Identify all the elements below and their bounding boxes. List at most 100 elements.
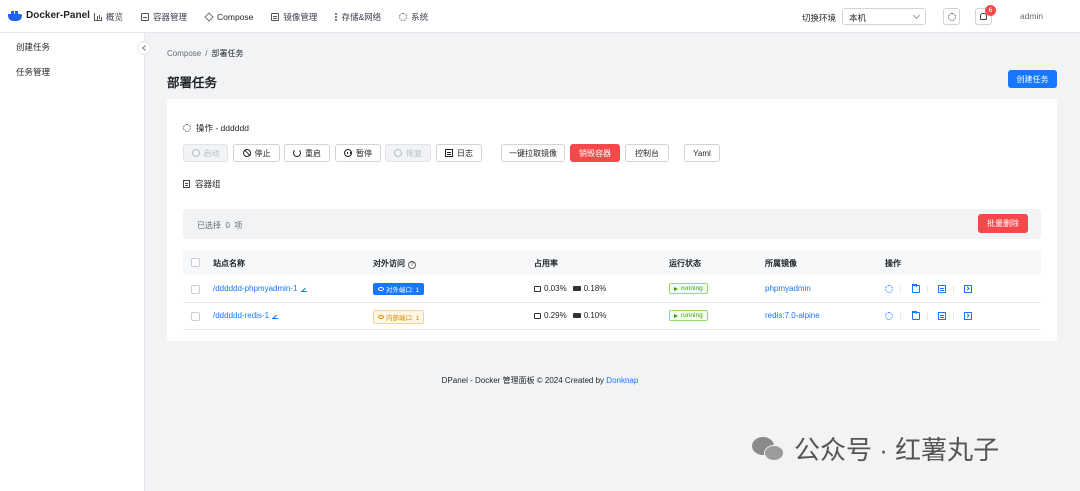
help-icon[interactable]: ? — [408, 261, 416, 269]
log-icon[interactable] — [938, 285, 946, 293]
nav-label: 系统 — [411, 12, 429, 22]
footer-link[interactable]: Donknap — [606, 376, 638, 385]
nav-containers[interactable]: 容器管理 — [141, 11, 187, 23]
status-badge: running — [669, 310, 708, 321]
breadcrumb-separator: / — [205, 49, 208, 58]
nav-label: 概览 — [106, 12, 124, 22]
folder-icon[interactable] — [912, 311, 920, 320]
resume-button[interactable]: 恢复 — [385, 144, 431, 162]
button-label: 恢复 — [406, 148, 422, 158]
status-cell: running — [669, 283, 708, 294]
nav-overview[interactable]: 概览 — [94, 11, 123, 23]
document-icon — [183, 180, 190, 188]
restart-button[interactable]: 重启 — [284, 144, 330, 162]
docker-logo-icon — [8, 10, 22, 21]
button-label: 启动 — [203, 148, 220, 158]
eye-icon — [378, 287, 384, 291]
create-task-button[interactable]: 创建任务 — [1008, 70, 1057, 88]
nav-label: 存储&网络 — [341, 12, 382, 22]
memory-icon — [572, 286, 581, 291]
notification-badge: 6 — [985, 5, 996, 16]
logs-button[interactable]: 日志 — [436, 144, 482, 162]
selection-count: 已选择 0 项 — [197, 220, 242, 231]
gear-icon — [947, 12, 956, 21]
edit-icon[interactable] — [300, 286, 307, 292]
row-checkbox[interactable] — [191, 285, 200, 294]
site-name-cell: /dddddd-phpmyadmin-1 — [213, 284, 307, 293]
chevron-left-icon — [142, 45, 148, 51]
column-name: 站点名称 — [213, 259, 245, 268]
button-label: 日志 — [457, 148, 473, 158]
terminal-icon[interactable] — [964, 312, 972, 320]
nav-images[interactable]: 镜像管理 — [271, 11, 317, 23]
gear-icon — [183, 124, 191, 132]
container-icon — [141, 13, 150, 21]
pause-button[interactable]: 暂停 — [335, 144, 381, 162]
divider — [927, 286, 928, 293]
containers-section-label: 容器组 — [183, 178, 221, 190]
folder-icon[interactable] — [912, 284, 920, 293]
nav-label: 镜像管理 — [283, 12, 318, 22]
stop-button[interactable]: 停止 — [233, 144, 280, 162]
footer: DPanel - Docker 管理面板 © 2024 Created by D… — [0, 375, 1080, 386]
cube-icon — [204, 12, 214, 22]
status-badge: running — [669, 283, 708, 294]
external-port-tag[interactable]: 对外端口: 1 — [373, 283, 425, 295]
image-link[interactable]: phpmyadmin — [765, 284, 811, 293]
memory-usage: 0.10% — [583, 311, 607, 320]
breadcrumb-parent[interactable]: Compose — [167, 49, 201, 58]
selection-prefix: 已选择 — [197, 221, 221, 230]
edit-icon[interactable] — [272, 313, 279, 319]
terminal-icon[interactable] — [964, 285, 972, 293]
user-menu[interactable]: admin — [1020, 11, 1043, 21]
app-logo[interactable]: Docker-Panel — [8, 10, 90, 21]
nav-label: 容器管理 — [153, 12, 188, 22]
select-all-checkbox[interactable] — [191, 258, 200, 267]
column-access: 对外访问? — [373, 258, 416, 269]
destroy-containers-button[interactable]: 销毁容器 — [570, 144, 620, 162]
sidebar-item-task-management[interactable]: 任务管理 — [16, 66, 50, 78]
site-name-link[interactable]: /dddddd-redis-1 — [213, 311, 269, 320]
column-status: 运行状态 — [669, 259, 701, 268]
cpu-icon — [534, 285, 541, 292]
watermark-text: 公众号 · 红薯丸子 — [794, 435, 1000, 465]
status-label: running — [681, 312, 703, 319]
gear-icon[interactable] — [885, 285, 893, 293]
log-icon — [445, 149, 453, 157]
site-name-cell: /dddddd-redis-1 — [213, 311, 279, 320]
settings-button[interactable] — [943, 8, 960, 25]
site-name-link[interactable]: /dddddd-phpmyadmin-1 — [213, 284, 298, 293]
log-icon[interactable] — [938, 312, 946, 320]
status-label: running — [681, 285, 703, 292]
image-link[interactable]: redis:7.0-alpine — [765, 311, 820, 320]
memory-usage: 0.18% — [583, 284, 607, 293]
row-checkbox[interactable] — [191, 312, 200, 321]
nav-storage-network[interactable]: 存储&网络 — [335, 11, 381, 23]
pull-images-button[interactable]: 一键拉取镜像 — [501, 144, 565, 162]
watermark: 公众号 · 红薯丸子 — [752, 430, 999, 467]
divider — [953, 313, 954, 320]
console-button[interactable]: 控制台 — [625, 144, 669, 162]
yaml-button[interactable]: Yaml — [684, 144, 720, 162]
play-icon — [674, 286, 678, 291]
gear-icon[interactable] — [885, 312, 893, 320]
batch-delete-button[interactable]: 批量删除 — [978, 214, 1028, 233]
env-select[interactable]: 本机 — [842, 8, 926, 25]
top-bar: Docker-Panel 概览 容器管理 Compose 镜像管理 存储&网络 … — [0, 0, 1080, 33]
main-nav: 概览 容器管理 Compose 镜像管理 存储&网络 系统 — [94, 11, 446, 23]
column-access-label: 对外访问 — [373, 259, 405, 268]
column-usage: 占用率 — [534, 259, 558, 268]
start-button[interactable]: 启动 — [183, 144, 228, 162]
sidebar-collapse-button[interactable] — [137, 41, 151, 55]
app-name: Docker-Panel — [26, 10, 90, 21]
internal-port-tag[interactable]: 内部端口: 1 — [373, 310, 425, 324]
env-value: 本机 — [849, 13, 867, 23]
nav-compose[interactable]: Compose — [204, 12, 253, 22]
wechat-icon — [752, 435, 786, 463]
sidebar-item-create-task[interactable]: 创建任务 — [16, 41, 50, 53]
gear-icon — [399, 13, 408, 21]
table-row: /dddddd-phpmyadmin-1 对外端口: 1 0.03% 0.18%… — [183, 276, 1041, 303]
cpu-icon — [534, 312, 541, 319]
nav-system[interactable]: 系统 — [399, 11, 428, 23]
operations-section-label: 操作 - dddddd — [183, 122, 249, 134]
